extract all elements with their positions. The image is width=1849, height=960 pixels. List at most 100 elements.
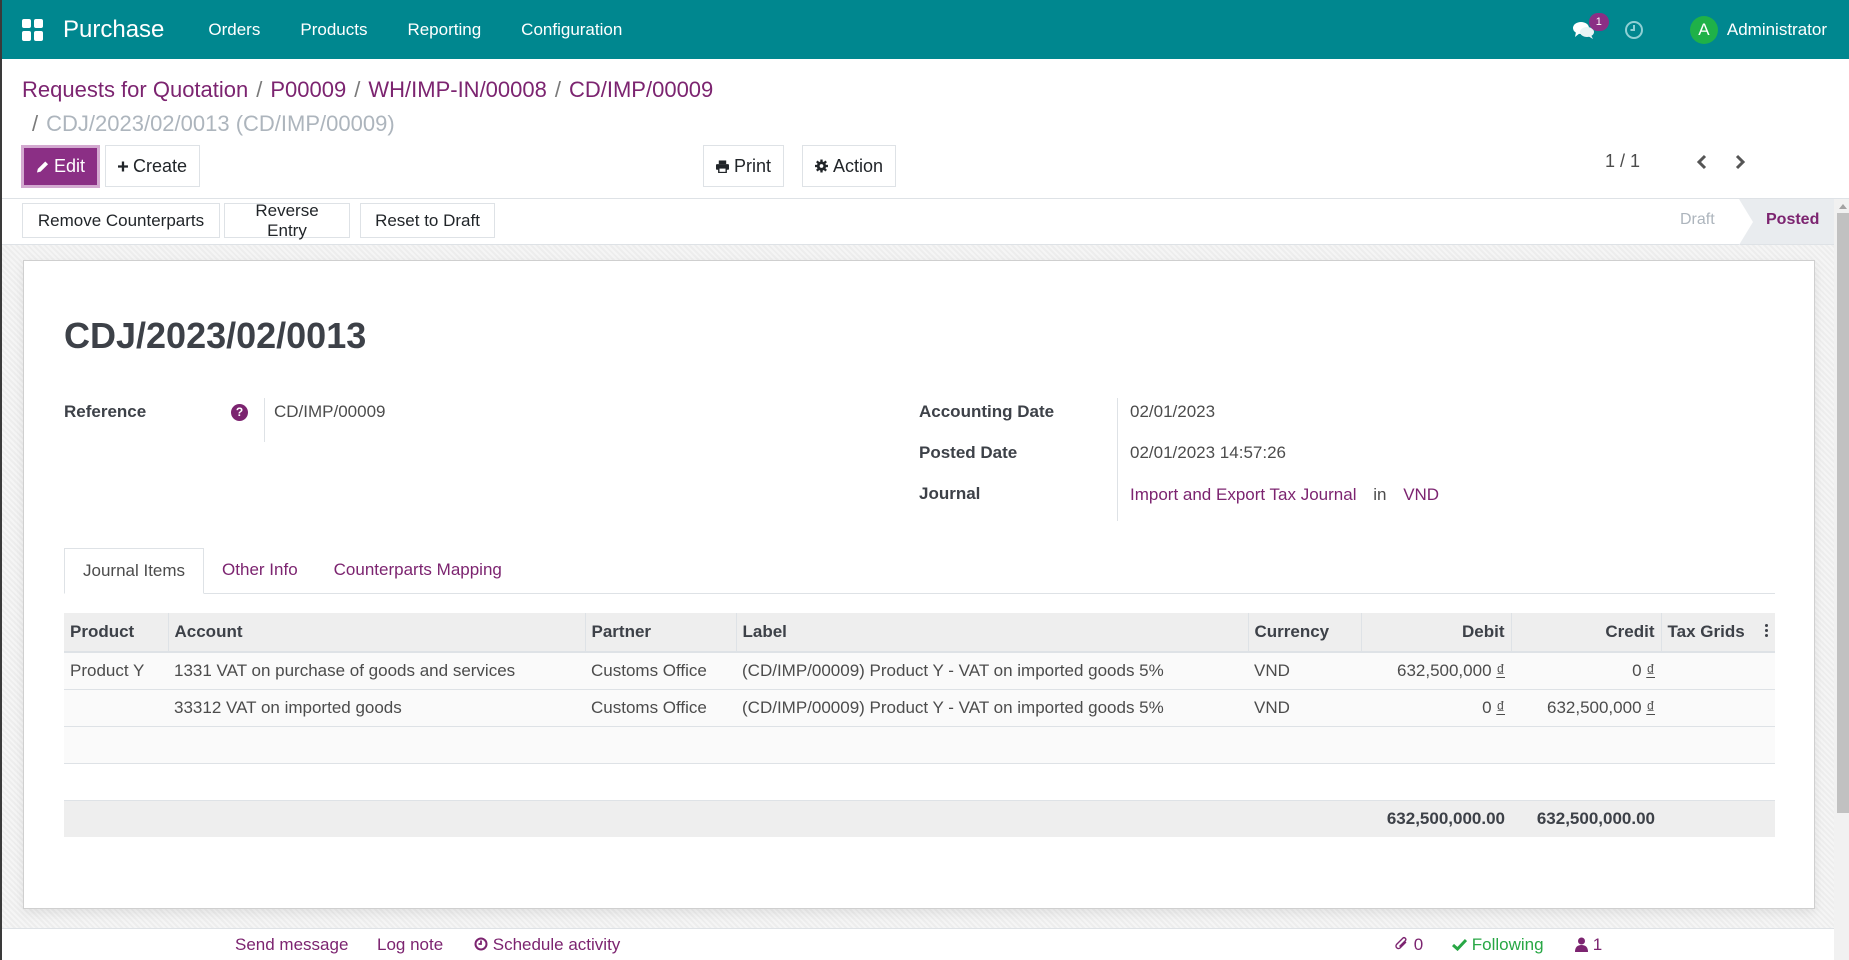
create-button[interactable]: Create [105, 145, 200, 187]
print-button[interactable]: Print [703, 145, 784, 187]
apps-menu-icon[interactable] [22, 18, 44, 41]
column-header-account[interactable]: Account [167, 613, 585, 653]
app-name[interactable]: Purchase [63, 16, 164, 44]
currency-symbol: ₫ [1646, 697, 1655, 717]
currency-symbol: ₫ [1646, 660, 1655, 680]
reverse-entry-button[interactable]: Reverse Entry [224, 201, 350, 240]
credit-amount: 632,500,000 [1546, 697, 1642, 717]
plus-icon [118, 161, 128, 171]
journal-items-table: Product Account Partner Label Currency D… [64, 613, 1775, 837]
record-title: CDJ/2023/02/0013 [64, 315, 367, 356]
menu-products[interactable]: Products [280, 20, 387, 40]
activities-button[interactable] [1624, 20, 1644, 40]
column-header-partner[interactable]: Partner [584, 613, 736, 653]
cell-product: Product Y [64, 652, 168, 690]
field-divider [264, 398, 265, 442]
followers-count: 1 [1592, 935, 1603, 954]
journal-link[interactable]: Import and Export Tax Journal [1130, 485, 1356, 504]
tab-counterparts-mapping[interactable]: Counterparts Mapping [316, 548, 520, 594]
action-button[interactable]: Action [802, 145, 896, 187]
empty-row [64, 726, 1775, 764]
debit-amount: 632,500,000 [1396, 660, 1492, 680]
printer-icon [716, 159, 729, 173]
avatar[interactable]: A [1689, 15, 1718, 44]
breadcrumb-separator: / [554, 77, 561, 102]
scroll-up-button[interactable] [1834, 199, 1849, 213]
breadcrumb-receipt[interactable]: WH/IMP-IN/00008 [368, 77, 547, 102]
messaging-button[interactable]: 1 [1572, 12, 1609, 40]
reset-to-draft-button[interactable]: Reset to Draft [360, 203, 495, 238]
cell-account: 33312 VAT on imported goods [168, 689, 585, 727]
accounting-date-label: Accounting Date [919, 402, 1055, 421]
cell-tax-grids [1661, 652, 1775, 690]
cell-credit: 632,500,000 ₫ [1511, 689, 1661, 727]
cell-currency: VND [1248, 652, 1361, 690]
breadcrumb-po[interactable]: P00009 [270, 77, 346, 102]
tax-grids-label: Tax Grids [1667, 622, 1745, 641]
vertical-scrollbar[interactable] [1834, 199, 1849, 960]
column-header-label[interactable]: Label [735, 613, 1248, 653]
journal-in-text: in [1373, 485, 1387, 504]
top-navbar: Purchase Orders Products Reporting Confi… [2, 0, 1849, 59]
currency-symbol: ₫ [1496, 660, 1505, 680]
schedule-activity-button[interactable]: Schedule activity [474, 935, 620, 955]
send-message-button[interactable]: Send message [235, 935, 348, 955]
clock-icon [474, 937, 488, 951]
stage-posted[interactable]: Posted [1739, 199, 1834, 244]
pencil-icon [36, 160, 49, 173]
menu-configuration[interactable]: Configuration [501, 20, 642, 40]
total-debit: 632,500,000.00 [1361, 799, 1511, 837]
pager-next-button[interactable] [1730, 152, 1750, 172]
control-panel: Requests for Quotation / P00009 / WH/IMP-IN/… [2, 59, 1849, 199]
schedule-activity-label: Schedule activity [492, 935, 621, 954]
pager-previous-button[interactable] [1692, 152, 1712, 172]
help-icon[interactable]: ? [231, 404, 248, 421]
remove-counterparts-button[interactable]: Remove Counterparts [22, 203, 220, 238]
column-header-tax-grids[interactable]: Tax Grids [1660, 613, 1775, 653]
cell-credit: 0 ₫ [1511, 652, 1661, 690]
action-button-label: Action [832, 155, 883, 176]
reference-value: CD/IMP/00009 [274, 402, 386, 421]
cell-currency: VND [1248, 689, 1361, 727]
accounting-date-value: 02/01/2023 [1130, 402, 1216, 421]
column-header-product[interactable]: Product [64, 613, 168, 653]
cell-partner: Customs Office [585, 652, 736, 690]
print-button-label: Print [733, 155, 771, 176]
user-menu[interactable]: Administrator [1727, 20, 1827, 40]
reference-label: Reference [64, 402, 147, 421]
column-header-credit[interactable]: Credit [1510, 613, 1661, 653]
tab-journal-items[interactable]: Journal Items [64, 548, 205, 594]
journal-currency-link[interactable]: VND [1403, 485, 1439, 504]
create-button-label: Create [132, 155, 187, 176]
table-row[interactable]: Product Y 1331 VAT on purchase of goods … [64, 652, 1775, 690]
cell-account: 1331 VAT on purchase of goods and servic… [168, 652, 585, 690]
table-row[interactable]: 33312 VAT on imported goods Customs Offi… [64, 689, 1775, 727]
attachments-button[interactable]: 0 [1395, 935, 1423, 955]
breadcrumb-customs-declaration[interactable]: CD/IMP/00009 [569, 77, 713, 102]
followers-button[interactable]: 1 [1575, 935, 1602, 955]
menu-reporting[interactable]: Reporting [387, 20, 501, 40]
totals-row: 632,500,000.00 632,500,000.00 [64, 799, 1775, 837]
breadcrumb-current: CDJ/2023/02/0013 (CD/IMP/00009) [46, 111, 395, 136]
following-label: Following [1471, 935, 1544, 954]
check-icon [1452, 938, 1468, 952]
cell-debit: 632,500,000 ₫ [1361, 652, 1511, 690]
column-header-debit[interactable]: Debit [1360, 613, 1511, 653]
message-count-badge: 1 [1588, 12, 1609, 31]
following-button[interactable]: Following [1452, 935, 1544, 955]
field-divider [1117, 398, 1118, 521]
pager-value[interactable]: 1 / 1 [1605, 151, 1640, 172]
stage-draft[interactable]: Draft [1680, 199, 1715, 244]
cell-product [64, 689, 168, 727]
edit-button[interactable]: Edit [21, 145, 100, 188]
chevron-left-icon [1696, 154, 1707, 169]
breadcrumb-rfq[interactable]: Requests for Quotation [22, 77, 248, 102]
scrollbar-thumb[interactable] [1837, 213, 1849, 813]
posted-date-label: Posted Date [919, 443, 1018, 462]
log-note-button[interactable]: Log note [377, 935, 443, 955]
menu-orders[interactable]: Orders [188, 20, 280, 40]
column-header-currency[interactable]: Currency [1247, 613, 1361, 653]
optional-columns-icon[interactable] [1765, 622, 1769, 639]
chatter-topbar: Send message Log note Schedule activity … [2, 928, 1834, 960]
tab-other-info[interactable]: Other Info [204, 548, 316, 594]
